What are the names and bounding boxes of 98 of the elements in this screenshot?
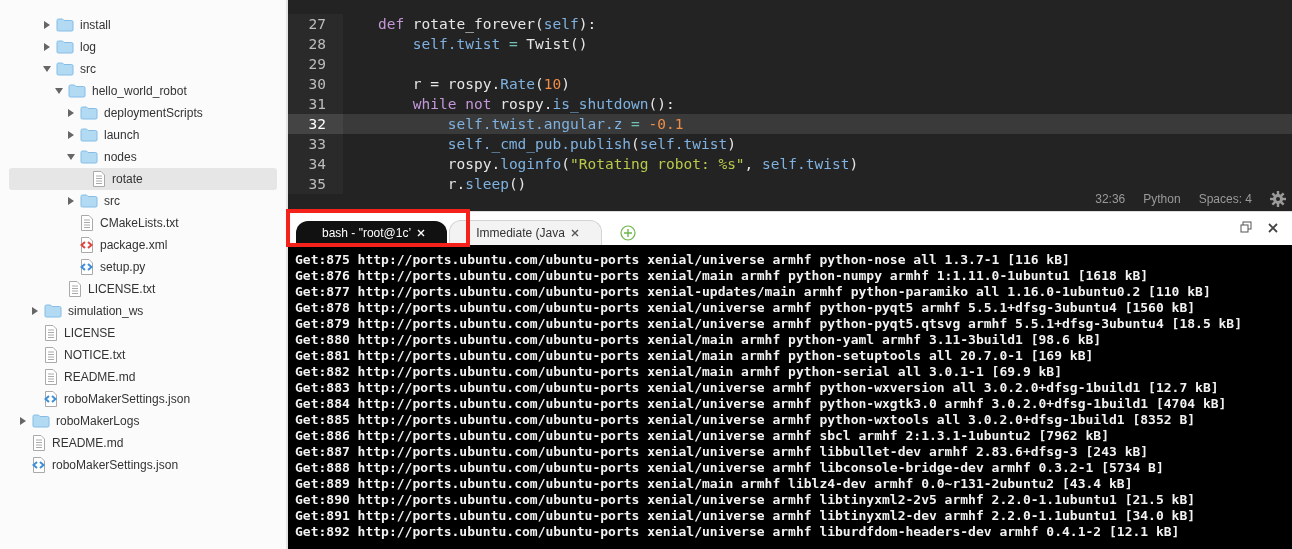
- tree-item[interactable]: src: [9, 58, 277, 80]
- line-number: 32: [288, 114, 343, 134]
- terminal-line: Get:890 http://ports.ubuntu.com/ubuntu-ports xenial/universe armhf libtinyxml2-2v5 armhf 2.2.0-1.1ubuntu1 [21.5 kB]: [295, 492, 1197, 508]
- caret-right-icon[interactable]: [66, 108, 76, 118]
- document-icon: [68, 281, 82, 297]
- terminal-line: Get:877 http://ports.ubuntu.com/ubuntu-ports xenial-updates/main armhf python-paramiko all 1.16.0-1ubuntu0.2 [110 kB]: [295, 284, 1212, 300]
- terminal-line: Get:887 http://ports.ubuntu.com/ubuntu-ports xenial/universe armhf libbullet-dev armhf 2.83.6+dfsg-3 [243 kB]: [295, 444, 1150, 460]
- caret-down-icon[interactable]: [54, 86, 64, 96]
- code-line: self.twist.angular.z = -0.1: [446, 115, 684, 134]
- terminal-line: Get:882 http://ports.ubuntu.com/ubuntu-ports xenial/main armhf python-serial all 3.0.1-1 [69.9 kB]: [295, 364, 1063, 380]
- tree-item[interactable]: NOTICE.txt: [9, 344, 277, 366]
- folder-icon: [44, 304, 62, 318]
- indent-setting[interactable]: Spaces: 4: [1198, 192, 1252, 206]
- code-editor[interactable]: [288, 0, 1292, 211]
- folder-icon: [68, 84, 86, 98]
- tree-item[interactable]: simulation_ws: [9, 300, 277, 322]
- tree-item[interactable]: install: [9, 14, 277, 36]
- tree-item[interactable]: launch: [9, 124, 277, 146]
- tree-item[interactable]: deploymentScripts: [9, 102, 277, 124]
- folder-icon: [80, 194, 98, 208]
- terminal-line: Get:879 http://ports.ubuntu.com/ubuntu-ports xenial/universe armhf python-pyqt5.qtsvg armhf 5.5.1+dfsg-3ubuntu4 [18.5 kB]: [295, 316, 1244, 332]
- folder-icon: [80, 150, 98, 164]
- tree-item[interactable]: CMakeLists.txt: [9, 212, 277, 234]
- terminal-line: Get:891 http://ports.ubuntu.com/ubuntu-ports xenial/universe armhf libtinyxml2-dev armhf 2.2.0-1.1ubuntu1 [34.0 kB]: [295, 508, 1197, 524]
- language-mode[interactable]: Python: [1143, 192, 1181, 206]
- terminal-line: Get:892 http://ports.ubuntu.com/ubuntu-ports xenial/universe armhf liburdfdom-headers-dev armhf 0.4.1-2 [12.1 kB]: [295, 524, 1181, 540]
- code-line: self.twist = Twist(): [411, 35, 588, 54]
- folder-icon: [56, 40, 74, 54]
- terminal-line: Get:888 http://ports.ubuntu.com/ubuntu-ports xenial/universe armhf libconsole-bridge-dev armhf 0.3.2-1 [5734 B]: [295, 460, 1165, 476]
- terminal-tab[interactable]: Immediate (Java: [449, 220, 602, 245]
- caret-down-icon[interactable]: [66, 152, 76, 162]
- caret-right-icon[interactable]: [30, 306, 40, 316]
- terminal-line: Get:880 http://ports.ubuntu.com/ubuntu-ports xenial/main armhf python-yaml armhf 3.11-3build1 [98.6 kB]: [295, 332, 1103, 348]
- document-icon: [32, 435, 46, 451]
- caret-right-icon[interactable]: [66, 196, 76, 206]
- terminal-line: Get:883 http://ports.ubuntu.com/ubuntu-ports xenial/universe armhf python-wxversion all 3.0.2.0+dfsg-1build1 [12.7 kB]: [295, 380, 1220, 396]
- code-line: while not rospy.is_shutdown():: [411, 95, 675, 114]
- terminal-output[interactable]: [288, 245, 1292, 549]
- terminal-line: Get:881 http://ports.ubuntu.com/ubuntu-ports xenial/main armhf python-setuptools all 20.7.0-1 [169 kB]: [295, 348, 1095, 364]
- code-file-icon: [80, 259, 94, 275]
- code-line: def rotate_forever(self):: [376, 15, 597, 34]
- tree-item[interactable]: rotate: [9, 168, 277, 190]
- line-number: 34: [288, 154, 343, 174]
- document-icon: [44, 325, 58, 341]
- terminal-line: Get:889 http://ports.ubuntu.com/ubuntu-ports xenial/main armhf liblz4-dev armhf 0.0~r131-2ubuntu2 [43.4 kB]: [295, 476, 1134, 492]
- tree-item[interactable]: nodes: [9, 146, 277, 168]
- line-number: 28: [288, 34, 343, 54]
- terminal-line: Get:886 http://ports.ubuntu.com/ubuntu-ports xenial/universe armhf sbcl armhf 2:1.3.1-1ubuntu2 [7962 kB]: [295, 428, 1110, 444]
- code-file-icon: [44, 391, 58, 407]
- tree-item[interactable]: README.md: [9, 366, 277, 388]
- folder-icon: [56, 18, 74, 32]
- code-line: r.sleep(): [446, 175, 527, 194]
- document-icon: [80, 215, 94, 231]
- document-icon: [44, 347, 58, 363]
- caret-right-icon[interactable]: [18, 416, 28, 426]
- tree-item[interactable]: LICENSE: [9, 322, 277, 344]
- code-line: self._cmd_pub.publish(self.twist): [446, 135, 736, 154]
- close-icon[interactable]: [570, 229, 579, 237]
- terminal-line: Get:884 http://ports.ubuntu.com/ubuntu-ports xenial/universe armhf python-wxgtk3.0 armhf 3.0.2.0+dfsg-1build1 [4704 kB]: [295, 396, 1228, 412]
- terminal-line: Get:878 http://ports.ubuntu.com/ubuntu-ports xenial/universe armhf python-pyqt5 armhf 5.5.1+dfsg-3ubuntu4 [1560 kB]: [295, 300, 1197, 316]
- document-icon: [44, 369, 58, 385]
- folder-icon: [80, 128, 98, 142]
- tree-item[interactable]: roboMakerSettings.json: [9, 388, 277, 410]
- caret-right-icon[interactable]: [42, 20, 52, 30]
- line-number: 33: [288, 134, 343, 154]
- code-file-icon: [32, 457, 46, 473]
- tree-item[interactable]: setup.py: [9, 256, 277, 278]
- code-line: rospy.loginfo("Rotating robot: %s", self.twist): [446, 155, 859, 174]
- line-number: 35: [288, 174, 343, 194]
- document-icon: [92, 171, 106, 187]
- line-number: 30: [288, 74, 343, 94]
- tree-item[interactable]: roboMakerLogs: [9, 410, 277, 432]
- caret-right-icon[interactable]: [66, 130, 76, 140]
- folder-icon: [32, 414, 50, 428]
- caret-right-icon[interactable]: [42, 42, 52, 52]
- code-line: r = rospy.Rate(10): [411, 75, 570, 94]
- tree-item[interactable]: package.xml: [9, 234, 277, 256]
- terminal-line: Get:875 http://ports.ubuntu.com/ubuntu-ports xenial/universe armhf python-nose all 1.3.7-1 [116 kB]: [295, 252, 1071, 268]
- cursor-position: 32:36: [1095, 192, 1126, 206]
- xml-file-icon: [80, 237, 94, 253]
- terminal-line: Get:885 http://ports.ubuntu.com/ubuntu-ports xenial/universe armhf python-wxtools all 3.0.2.0+dfsg-1build1 [8352 B]: [295, 412, 1197, 428]
- line-number: 29: [288, 54, 343, 74]
- tree-item[interactable]: src: [9, 190, 277, 212]
- tree-item[interactable]: README.md: [9, 432, 277, 454]
- terminal-line: Get:876 http://ports.ubuntu.com/ubuntu-ports xenial/main armhf python-numpy armhf 1:1.11.0-1ubuntu1 [1618 kB]: [295, 268, 1150, 284]
- tree-item[interactable]: hello_world_robot: [9, 80, 277, 102]
- line-number: 31: [288, 94, 343, 114]
- tree-item[interactable]: LICENSE.txt: [9, 278, 277, 300]
- caret-down-icon[interactable]: [42, 64, 52, 74]
- folder-icon: [56, 62, 74, 76]
- line-number: 27: [288, 14, 343, 34]
- terminal-tab[interactable]: bash - "root@1c’: [296, 221, 448, 245]
- tree-item[interactable]: roboMakerSettings.json: [9, 454, 277, 476]
- settings-icon[interactable]: [1270, 191, 1286, 207]
- tree-item[interactable]: log: [9, 36, 277, 58]
- close-icon[interactable]: [1268, 223, 1278, 233]
- folder-icon: [80, 106, 98, 120]
- restore-icon[interactable]: [1240, 221, 1252, 233]
